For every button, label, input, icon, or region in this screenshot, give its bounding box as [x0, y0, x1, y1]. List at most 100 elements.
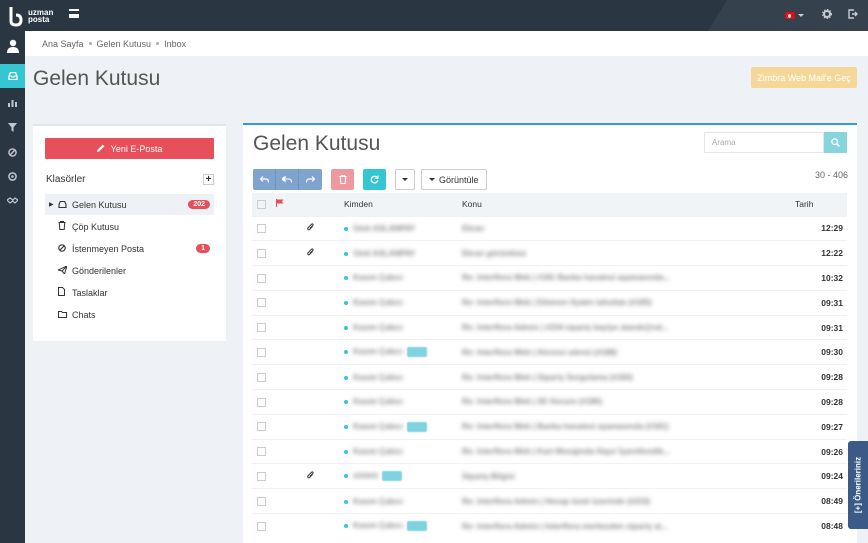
view-dropdown[interactable]: Görüntüle	[421, 169, 487, 190]
row-checkbox[interactable]	[257, 496, 266, 506]
reply-button[interactable]	[253, 169, 276, 190]
row-flag-cell[interactable]	[276, 488, 296, 514]
folder-spam[interactable]: İstenmeyen Posta 1	[45, 238, 214, 259]
row-flag-cell[interactable]	[276, 364, 296, 390]
more-actions-dropdown[interactable]	[395, 169, 415, 190]
search-input[interactable]: Arama	[704, 132, 824, 153]
row-checkbox-cell	[252, 240, 276, 266]
row-subject-cell: Re: Interflora Admin | #234 sipariş bayi…	[462, 314, 795, 340]
filter-icon[interactable]	[0, 119, 25, 135]
row-checkbox[interactable]	[257, 521, 266, 531]
row-checkbox[interactable]	[257, 248, 266, 258]
row-flag-cell[interactable]	[276, 438, 296, 464]
row-flag-cell[interactable]	[276, 413, 296, 440]
breadcrumb-home[interactable]: Ana Sayfa	[42, 39, 84, 49]
row-checkbox[interactable]	[257, 323, 266, 333]
row-from-cell: Ümit ASLANPAY	[344, 215, 462, 241]
row-flag-cell[interactable]	[276, 289, 296, 316]
table-row[interactable]: Ümit ASLANPAY Ekran 12:29	[252, 215, 847, 241]
row-sender: Kasım Çakıcı	[353, 421, 403, 431]
row-subject: Re: Interflora Admin | Interflora merkez…	[462, 521, 668, 531]
block-icon[interactable]	[0, 144, 25, 160]
handshake-icon[interactable]	[0, 192, 25, 208]
row-sender: Ümit ASLANPAY	[353, 248, 416, 258]
language-dropdown-caret-icon[interactable]	[798, 14, 804, 17]
table-row[interactable]: Kasım Çakıcı Re: Interflora Web | Sipariş…	[252, 364, 847, 390]
row-flag-cell[interactable]	[276, 513, 296, 539]
table-row[interactable]: Kasım Çakıcı Re: Interflora Admin | Inter…	[252, 513, 847, 539]
folder-drafts[interactable]: Taslaklar	[45, 282, 214, 303]
row-sender: Kasım Çakıcı	[353, 273, 403, 283]
table-row[interactable]: Kasım Çakıcı Re: Interflora Web | Banka h…	[252, 413, 847, 440]
turkey-flag-icon[interactable]	[785, 12, 795, 19]
row-flag-cell[interactable]	[276, 389, 296, 415]
column-date[interactable]: Tarih	[795, 193, 847, 216]
row-flag-cell[interactable]	[276, 215, 296, 241]
column-from[interactable]: Kimden	[344, 193, 462, 216]
row-from-cell: Kasım Çakıcı	[344, 413, 462, 440]
search-button[interactable]	[824, 132, 847, 153]
row-checkbox[interactable]	[257, 298, 266, 308]
delete-button[interactable]	[331, 169, 354, 190]
row-checkbox-cell	[252, 413, 276, 440]
add-folder-icon[interactable]: +	[203, 174, 214, 185]
reply-button-group	[253, 169, 322, 190]
row-checkbox[interactable]	[257, 273, 266, 283]
row-flag-cell[interactable]	[276, 265, 296, 291]
select-all-checkbox[interactable]	[257, 200, 266, 210]
row-date-cell: 09:28	[795, 389, 847, 415]
reply-all-button[interactable]	[276, 169, 299, 190]
refresh-button[interactable]	[363, 169, 386, 190]
user-icon[interactable]	[0, 31, 25, 61]
gear-icon[interactable]	[822, 9, 832, 22]
menu-toggle-icon[interactable]	[69, 9, 79, 18]
row-checkbox[interactable]	[257, 224, 266, 234]
folder-trash[interactable]: Çöp Kutusu	[45, 216, 214, 237]
row-flag-cell[interactable]	[276, 339, 296, 365]
folder-sent[interactable]: Gönderilenler	[45, 260, 214, 281]
table-row[interactable]: Kasım Çakıcı Re: Interflora Web | 3D Secu…	[252, 389, 847, 415]
folders-title: Klasörler	[46, 174, 86, 185]
row-flag-cell[interactable]	[276, 463, 296, 489]
row-checkbox[interactable]	[257, 372, 266, 382]
new-mail-button[interactable]: Yeni E-Posta	[45, 138, 214, 159]
row-checkbox-cell	[252, 389, 276, 415]
logout-icon[interactable]	[848, 9, 858, 22]
unread-dot-icon	[344, 276, 348, 281]
table-row[interactable]: Kasım Çakıcı Re: Interflora Admin | Hesap…	[252, 488, 847, 514]
table-row[interactable]: Ümit ASLANPAY Ekran görüntüsü 12:22	[252, 240, 847, 266]
row-subject-cell: Re: Interflora Web | Kart Mesajında Hayı…	[462, 438, 795, 464]
logo[interactable]: uzman posta	[0, 0, 100, 31]
folder-chats[interactable]: Chats	[45, 304, 214, 325]
flag-icon	[276, 199, 284, 209]
table-row[interactable]: sistem Sipariş Bilgisi 09:24	[252, 463, 847, 489]
table-row[interactable]: Kasım Çakıcı Re: Interflora Admin | #234 …	[252, 314, 847, 340]
row-checkbox[interactable]	[257, 447, 266, 457]
table-row[interactable]: Kasım Çakıcı Re: Interflora Web | Eklenen…	[252, 289, 847, 316]
folder-inbox[interactable]: ▶ Gelen Kutusu 202	[45, 194, 214, 215]
row-checkbox[interactable]	[257, 397, 266, 407]
forward-button[interactable]	[299, 169, 322, 190]
suggestions-tab[interactable]: [+] Önerileriniz	[848, 441, 868, 529]
table-row[interactable]: Kasım Çakıcı Re: Interflora Web | Alıcını…	[252, 339, 847, 365]
row-checkbox[interactable]	[257, 472, 266, 482]
row-checkbox[interactable]	[257, 422, 266, 432]
chart-icon[interactable]	[0, 95, 25, 111]
column-subject[interactable]: Konu	[462, 193, 795, 216]
breadcrumb-separator	[88, 42, 92, 45]
row-checkbox[interactable]	[257, 348, 266, 358]
breadcrumb-inbox[interactable]: Gelen Kutusu	[97, 39, 152, 49]
row-time: 09:28	[821, 372, 843, 383]
zimbra-webmail-button[interactable]: Zimbra Web Mail'e Geç	[751, 67, 857, 88]
unread-dot-icon	[344, 449, 348, 454]
row-checkbox-cell	[252, 215, 276, 241]
lifebuoy-icon[interactable]	[0, 168, 25, 184]
table-row[interactable]: Kasım Çakıcı Re: Interflora Web | #181 Ba…	[252, 265, 847, 291]
row-flag-cell[interactable]	[276, 314, 296, 340]
row-time: 09:24	[821, 471, 843, 482]
expand-arrow-icon[interactable]: ▶	[49, 201, 58, 208]
row-flag-cell[interactable]	[276, 240, 296, 266]
inbox-icon[interactable]	[0, 64, 25, 88]
row-sender: Kasım Çakıcı	[353, 397, 403, 407]
table-row[interactable]: Kasım Çakıcı Re: Interflora Web | Kart Me…	[252, 438, 847, 464]
